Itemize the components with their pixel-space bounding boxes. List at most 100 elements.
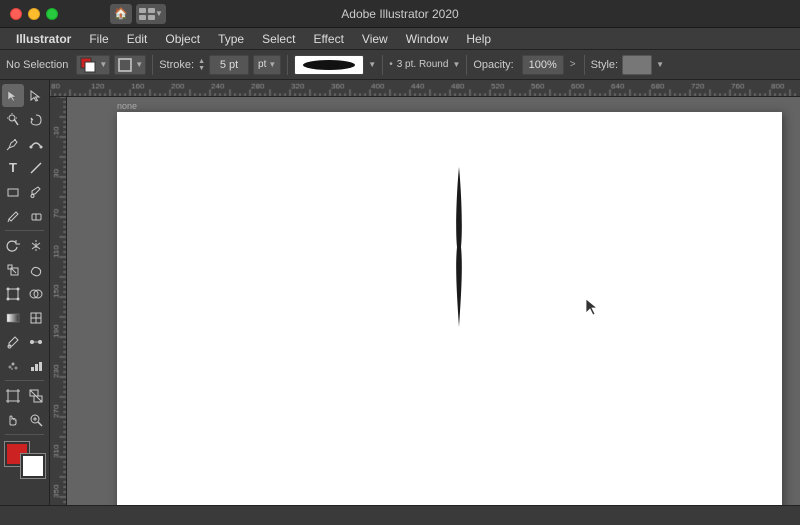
brush-name-caret: ▼ — [452, 60, 460, 69]
separator-5 — [584, 55, 585, 75]
tool-row-wand — [2, 108, 47, 131]
fill-stroke-selector[interactable]: ▼ — [76, 55, 110, 75]
tool-row-eyedropper — [2, 330, 47, 353]
brush-dropdown-caret: ▼ — [368, 60, 376, 69]
zoom-tool[interactable] — [25, 408, 47, 431]
stroke-options[interactable]: ▼ — [114, 55, 146, 75]
statusbar — [0, 505, 800, 525]
unit-caret: ▼ — [268, 60, 276, 69]
hand-tool[interactable] — [2, 408, 24, 431]
titlebar: 🏠 ▼ Adobe Illustrator 2020 — [0, 0, 800, 28]
menu-view[interactable]: View — [354, 30, 396, 48]
gradient-tool[interactable] — [2, 306, 24, 329]
scale-tool[interactable] — [2, 258, 24, 281]
opacity-label: Opacity: — [473, 59, 513, 71]
menu-window[interactable]: Window — [398, 30, 457, 48]
minimize-button[interactable] — [28, 8, 40, 20]
workspace-controls: 🏠 ▼ — [110, 4, 166, 24]
paintbrush-tool[interactable] — [25, 180, 47, 203]
style-swatch[interactable] — [622, 55, 652, 75]
separator-3 — [382, 55, 383, 75]
lasso-tool[interactable] — [25, 108, 47, 131]
menu-object[interactable]: Object — [157, 30, 208, 48]
stroke-value-input[interactable]: 5 pt — [209, 55, 249, 75]
canvas-area[interactable]: none — [67, 97, 800, 505]
toolbar: T — [0, 80, 50, 505]
tool-separator-1 — [5, 230, 44, 231]
shapebuilder-tool[interactable] — [25, 282, 47, 305]
background-color[interactable] — [21, 454, 45, 478]
symbolspray-tool[interactable] — [2, 354, 24, 377]
brush-preview[interactable] — [294, 55, 364, 75]
color-well-container — [5, 442, 49, 478]
columngraph-tool[interactable] — [25, 354, 47, 377]
no-selection-label: No Selection — [6, 59, 68, 71]
freetransform-tool[interactable] — [2, 282, 24, 305]
color-wells — [5, 442, 44, 478]
main-area: T — [0, 80, 800, 505]
menu-select[interactable]: Select — [254, 30, 303, 48]
magic-wand-tool[interactable] — [2, 108, 24, 131]
close-button[interactable] — [10, 8, 22, 20]
stroke-caret: ▼ — [135, 60, 143, 69]
tool-row-gradient — [2, 306, 47, 329]
eraser-tool[interactable] — [25, 204, 47, 227]
menu-effect[interactable]: Effect — [305, 30, 351, 48]
direct-selection-tool[interactable] — [25, 84, 47, 107]
type-tool[interactable]: T — [2, 156, 24, 179]
separator-2 — [287, 55, 288, 75]
pencil-tool[interactable] — [2, 204, 24, 227]
artboard — [117, 112, 782, 505]
separator-4 — [466, 55, 467, 75]
tool-row-pencil — [2, 204, 47, 227]
rotate-tool[interactable] — [2, 234, 24, 257]
stroke-text-label: Stroke: — [159, 59, 194, 71]
menu-illustrator[interactable]: Illustrator — [8, 30, 79, 48]
app-title: Adobe Illustrator 2020 — [341, 7, 458, 21]
canvas-cursor — [584, 297, 600, 320]
rectangle-tool[interactable] — [2, 180, 24, 203]
curvature-tool[interactable] — [25, 132, 47, 155]
artboard-tool[interactable] — [2, 384, 24, 407]
slice-tool[interactable] — [25, 384, 47, 407]
menu-edit[interactable]: Edit — [119, 30, 156, 48]
selection-tool[interactable] — [2, 84, 24, 107]
canvas-wrapper: none — [50, 80, 800, 505]
mesh-tool[interactable] — [25, 306, 47, 329]
brush-dot: • — [389, 59, 393, 70]
stroke-unit-dropdown[interactable]: pt ▼ — [253, 55, 281, 75]
warp-tool[interactable] — [25, 258, 47, 281]
fill-caret: ▼ — [99, 60, 107, 69]
blend-tool[interactable] — [25, 330, 47, 353]
reflect-tool[interactable] — [25, 234, 47, 257]
workspace-caret: ▼ — [155, 9, 163, 18]
tool-row-symbol — [2, 354, 47, 377]
brush-stroke — [452, 167, 466, 327]
separator-1 — [152, 55, 153, 75]
home-button[interactable]: 🏠 — [110, 4, 132, 24]
pen-tool[interactable] — [2, 132, 24, 155]
tool-row-pen — [2, 132, 47, 155]
artboard-label: none — [117, 101, 137, 111]
traffic-lights — [10, 8, 58, 20]
eyedropper-tool[interactable] — [2, 330, 24, 353]
menu-type[interactable]: Type — [210, 30, 252, 48]
tool-row-freetransform — [2, 282, 47, 305]
tool-row-shapes — [2, 180, 47, 203]
style-caret: ▼ — [656, 60, 664, 69]
vertical-ruler — [50, 97, 67, 505]
horizontal-ruler — [50, 80, 800, 97]
maximize-button[interactable] — [46, 8, 58, 20]
menu-help[interactable]: Help — [458, 30, 499, 48]
opacity-arrow[interactable]: > — [570, 59, 576, 70]
opacity-input[interactable]: 100% — [522, 55, 564, 75]
tool-separator-2 — [5, 380, 44, 381]
tool-row-transform — [2, 234, 47, 257]
tool-row-selection — [2, 84, 47, 107]
menu-file[interactable]: File — [81, 30, 116, 48]
workspace-switcher[interactable]: ▼ — [136, 4, 166, 24]
line-tool[interactable] — [25, 156, 47, 179]
optionsbar: No Selection ▼ ▼ Stroke: ▲ ▼ 5 pt pt ▼ ▼… — [0, 50, 800, 80]
tool-row-artboard — [2, 384, 47, 407]
tool-row-type: T — [2, 156, 47, 179]
